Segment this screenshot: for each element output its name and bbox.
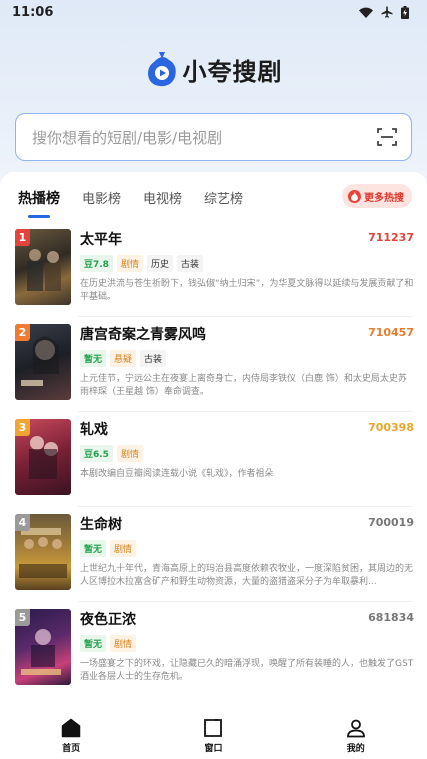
nav-window[interactable]: 窗口 (173, 718, 253, 754)
item-description: 一场盛宴之下的环戏，让隐藏已久的暗涌浮现，唤醒了所有装睡的人，也触发了GST酒业… (80, 659, 414, 682)
flame-icon (348, 189, 361, 203)
tag-row: 暂无 剧情 (80, 540, 414, 557)
tag-row: 暂无 剧情 (80, 635, 414, 652)
heat-value: 681834 (368, 611, 414, 624)
item-title: 夜色正浓 (80, 612, 136, 628)
nav-label: 窗口 (204, 743, 223, 754)
genre-tag: 剧情 (110, 540, 137, 557)
ranking-tabs: 热播榜 电影榜 电视榜 综艺榜 (18, 188, 243, 220)
heat-value: 710457 (368, 326, 414, 339)
item-info: 太平年 711237 豆7.8 剧情 历史 古装 在历史洪流与苍生祈盼下，钱弘俶… (80, 229, 414, 322)
item-description: 上世纪九十年代，青海高原上的玛治县高度依赖农牧业，一度深陷贫困，其周边的无人区博… (80, 564, 414, 587)
item-title: 轧戏 (80, 422, 108, 438)
nav-label: 首页 (62, 743, 81, 754)
item-info: 唐宫奇案之青雾风鸣 710457 暂无 悬疑 古装 上元佳节，宁远公主在夜宴上离… (80, 324, 414, 417)
genre-tag: 古装 (176, 255, 203, 272)
rank-badge: 3 (15, 419, 30, 436)
tag-row: 豆6.5 剧情 (80, 445, 414, 462)
more-hot-label: 更多热搜 (364, 192, 404, 204)
search-placeholder: 搜你想看的短剧/电影/电视剧 (32, 128, 223, 147)
list-item[interactable]: 3 轧戏 700398 豆6.5 剧情 本剧改编自豆瓣阅读连载小说《轧戏》，作者… (0, 411, 427, 512)
genre-tag: 剧情 (116, 255, 143, 272)
score-tag: 豆6.5 (80, 445, 113, 462)
heat-value: 700398 (368, 421, 414, 434)
more-hot-button[interactable]: 更多热搜 (342, 184, 412, 208)
item-info: 生命树 700019 暂无 剧情 上世纪九十年代，青海高原上的玛治县高度依赖农牧… (80, 514, 414, 607)
poster-image: 3 (15, 419, 71, 495)
rank-badge: 5 (15, 609, 30, 626)
item-description: 本剧改编自豆瓣阅读连载小说《轧戏》，作者祖朵 (80, 469, 274, 479)
nav-label: 我的 (346, 743, 365, 754)
nav-profile[interactable]: 我的 (316, 718, 396, 754)
status-icons (359, 5, 409, 19)
list-item[interactable]: 2 唐宫奇案之青雾风鸣 710457 暂无 悬疑 古装 上元佳节，宁远公主在夜宴… (0, 316, 427, 417)
poster-image: 1 (15, 229, 71, 305)
item-description: 在历史洪流与苍生祈盼下，钱弘俶“纳土归宋”，为华夏文脉得以延续与发展贡献了和平基… (80, 279, 414, 302)
wifi-icon (359, 7, 373, 18)
item-title: 生命树 (80, 517, 122, 533)
home-icon (61, 718, 81, 737)
poster-image: 4 (15, 514, 71, 590)
logo-icon (147, 52, 176, 87)
ranking-list: 1 太平年 711237 豆7.8 剧情 历史 古装 在历史洪流与苍生祈盼下，钱… (0, 227, 427, 702)
app-name: 小夸搜剧 (182, 57, 283, 86)
score-tag: 暂无 (80, 540, 107, 557)
rank-badge: 1 (15, 229, 30, 246)
search-input[interactable]: 搜你想看的短剧/电影/电视剧 (15, 113, 412, 161)
bottom-nav: 首页 窗口 我的 (0, 712, 427, 759)
heat-value: 711237 (368, 231, 414, 244)
heat-value: 700019 (368, 516, 414, 529)
rank-badge: 2 (15, 324, 30, 341)
score-tag: 暂无 (80, 350, 107, 367)
nav-home[interactable]: 首页 (31, 718, 111, 754)
poster-image: 2 (15, 324, 71, 400)
score-tag: 暂无 (80, 635, 107, 652)
item-description: 上元佳节，宁远公主在夜宴上离奇身亡，内侍局李铁仪（白鹿 饰）和太史局太史苏雨梓琛… (80, 374, 407, 397)
list-item[interactable]: 4 生命树 700019 暂无 剧情 上世纪九十年代，青海高原上的玛治县高度依赖… (0, 506, 427, 607)
tab-tv[interactable]: 电视榜 (143, 188, 182, 220)
status-bar: 11:06 (0, 0, 427, 24)
item-info: 夜色正浓 681834 暂无 剧情 一场盛宴之下的环戏，让隐藏已久的暗涌浮现，唤… (80, 609, 414, 702)
tab-hot[interactable]: 热播榜 (18, 188, 60, 220)
ranking-card: 热播榜 电影榜 电视榜 综艺榜 更多热搜 1 太平年 711237 豆7.8 剧… (0, 172, 427, 712)
genre-tag: 古装 (140, 350, 167, 367)
genre-tag: 悬疑 (110, 350, 137, 367)
genre-tag: 历史 (146, 255, 173, 272)
list-item[interactable]: 5 夜色正浓 681834 暂无 剧情 一场盛宴之下的环戏，让隐藏已久的暗涌浮现… (0, 601, 427, 702)
list-item[interactable]: 1 太平年 711237 豆7.8 剧情 历史 古装 在历史洪流与苍生祈盼下，钱… (0, 227, 427, 322)
item-title: 唐宫奇案之青雾风鸣 (80, 327, 206, 343)
genre-tag: 剧情 (110, 635, 137, 652)
scan-icon[interactable] (377, 127, 397, 147)
airplane-icon (381, 6, 393, 18)
tag-row: 暂无 悬疑 古装 (80, 350, 414, 367)
item-info: 轧戏 700398 豆6.5 剧情 本剧改编自豆瓣阅读连载小说《轧戏》，作者祖朵 (80, 419, 414, 512)
rank-badge: 4 (15, 514, 30, 531)
window-icon (204, 718, 223, 737)
genre-tag: 剧情 (116, 445, 143, 462)
app-logo: 小夸搜剧 (0, 50, 427, 88)
tab-variety[interactable]: 综艺榜 (204, 188, 243, 220)
battery-icon (401, 5, 409, 19)
item-title: 太平年 (80, 232, 122, 248)
tag-row: 豆7.8 剧情 历史 古装 (80, 255, 414, 272)
profile-icon (346, 719, 365, 737)
status-time: 11:06 (12, 4, 54, 20)
score-tag: 豆7.8 (80, 255, 113, 272)
tab-movie[interactable]: 电影榜 (82, 188, 121, 220)
poster-image: 5 (15, 609, 71, 685)
